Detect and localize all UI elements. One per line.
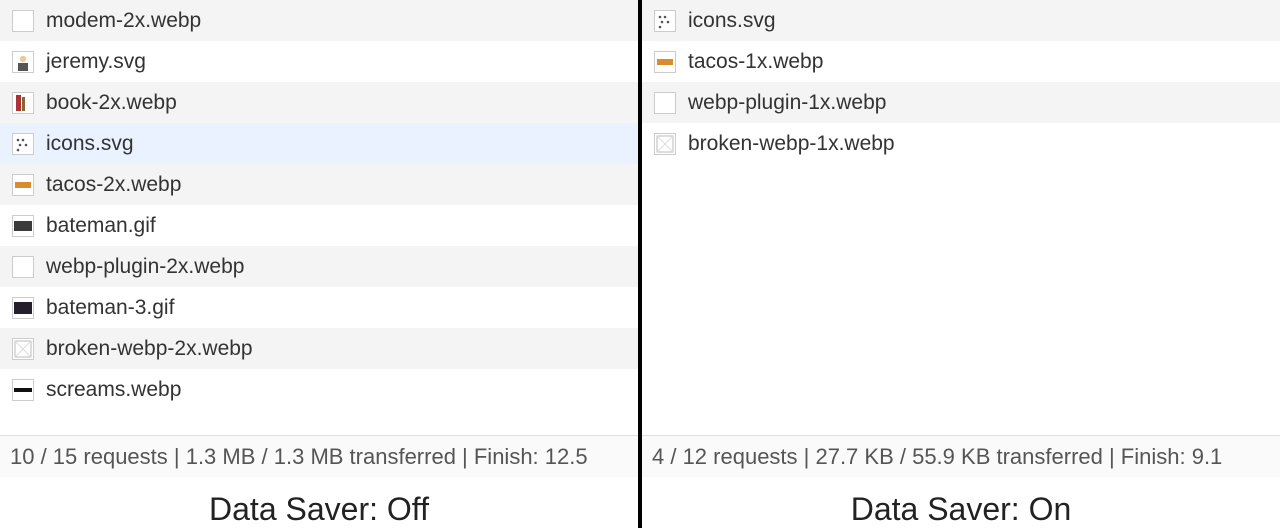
file-name: broken-webp-2x.webp: [46, 337, 253, 361]
file-name: bateman.gif: [46, 214, 156, 238]
file-name: broken-webp-1x.webp: [688, 132, 895, 156]
request-row[interactable]: tacos-2x.webp: [0, 164, 638, 205]
file-name: icons.svg: [688, 9, 776, 33]
file-name: webp-plugin-2x.webp: [46, 255, 244, 279]
file-thumb-icon: [654, 10, 676, 32]
file-thumb-icon: [654, 92, 676, 114]
file-thumb-icon: [12, 133, 34, 155]
network-panel-on: icons.svg tacos-1x.webp webp-plugin-1x.web…: [642, 0, 1280, 528]
file-thumb-icon: [654, 133, 676, 155]
request-list[interactable]: modem-2x.webp jeremy.svg book-2x.webp icons…: [0, 0, 638, 410]
file-thumb-icon: [12, 92, 34, 114]
request-row[interactable]: icons.svg: [0, 123, 638, 164]
status-bar: 10 / 15 requests | 1.3 MB / 1.3 MB trans…: [0, 435, 638, 477]
request-row[interactable]: bateman-3.gif: [0, 287, 638, 328]
request-row[interactable]: broken-webp-2x.webp: [0, 328, 638, 369]
request-row[interactable]: icons.svg: [642, 0, 1280, 41]
file-name: modem-2x.webp: [46, 9, 201, 33]
request-list[interactable]: icons.svg tacos-1x.webp webp-plugin-1x.web…: [642, 0, 1280, 164]
file-thumb-icon: [12, 215, 34, 237]
request-row[interactable]: jeremy.svg: [0, 41, 638, 82]
network-panel-off: modem-2x.webp jeremy.svg book-2x.webp icons…: [0, 0, 642, 528]
file-name: tacos-1x.webp: [688, 50, 823, 74]
file-name: tacos-2x.webp: [46, 173, 181, 197]
file-thumb-icon: [12, 51, 34, 73]
file-name: icons.svg: [46, 132, 134, 156]
file-thumb-icon: [12, 10, 34, 32]
request-row[interactable]: screams.webp: [0, 369, 638, 410]
file-name: jeremy.svg: [46, 50, 146, 74]
status-bar: 4 / 12 requests | 27.7 KB / 55.9 KB tran…: [642, 435, 1280, 477]
file-thumb-icon: [12, 297, 34, 319]
file-thumb-icon: [654, 51, 676, 73]
file-thumb-icon: [12, 379, 34, 401]
panel-caption: Data Saver: Off: [0, 477, 638, 528]
panel-caption: Data Saver: On: [642, 477, 1280, 528]
file-thumb-icon: [12, 256, 34, 278]
file-thumb-icon: [12, 174, 34, 196]
file-name: book-2x.webp: [46, 91, 177, 115]
request-row[interactable]: bateman.gif: [0, 205, 638, 246]
request-row[interactable]: modem-2x.webp: [0, 0, 638, 41]
request-row[interactable]: tacos-1x.webp: [642, 41, 1280, 82]
request-row[interactable]: webp-plugin-2x.webp: [0, 246, 638, 287]
file-thumb-icon: [12, 338, 34, 360]
request-row[interactable]: webp-plugin-1x.webp: [642, 82, 1280, 123]
request-row[interactable]: broken-webp-1x.webp: [642, 123, 1280, 164]
file-name: webp-plugin-1x.webp: [688, 91, 886, 115]
request-row[interactable]: book-2x.webp: [0, 82, 638, 123]
file-name: screams.webp: [46, 378, 181, 402]
file-name: bateman-3.gif: [46, 296, 174, 320]
